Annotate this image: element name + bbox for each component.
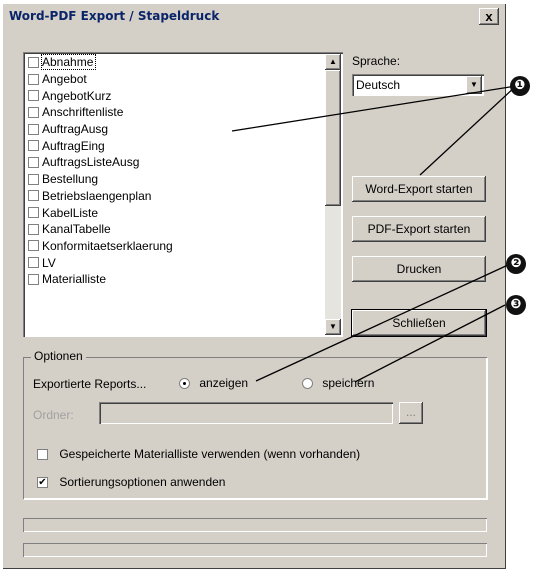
language-value: Deutsch [356,78,401,92]
report-label: KanalTabelle [42,222,111,237]
chevron-down-icon[interactable]: ▼ [466,76,482,94]
report-checkbox[interactable] [28,240,39,252]
report-list-items: Abnahme Angebot AngebotKurz Anschriftenlist… [25,54,325,335]
report-label: Anschriftenliste [42,105,124,120]
report-list[interactable]: Abnahme Angebot AngebotKurz Anschriftenlist… [23,52,343,337]
report-label: AuftragAusg [42,122,109,137]
list-item[interactable]: Angebot [25,71,325,88]
report-label: Betriebslaengenplan [42,188,152,203]
report-label: Angebot [42,72,87,87]
report-checkbox[interactable] [28,106,39,118]
apply-sort-option[interactable]: ✔ Sortierungsoptionen anwenden [37,475,225,489]
list-item[interactable]: KanalTabelle [25,221,325,238]
report-list-scrollbar[interactable]: ▲ ▼ [325,54,341,335]
list-item[interactable]: Bestellung [25,171,325,188]
report-label: Abnahme [40,54,97,71]
report-label: AngebotKurz [42,88,112,103]
apply-sort-checkbox[interactable]: ✔ [37,477,48,489]
exported-reports-label: Exportierte Reports... [33,377,147,391]
radio-save-label: speichern [322,376,375,390]
use-saved-materials-checkbox[interactable] [37,449,48,461]
list-item[interactable]: Anschriftenliste [25,104,325,121]
report-checkbox[interactable] [28,156,39,168]
report-label: LV [42,255,56,270]
scroll-thumb[interactable] [325,70,341,206]
report-label: Materialliste [42,272,107,287]
window-title: Word-PDF Export / Stapeldruck [9,9,220,23]
progress-bar-1 [23,518,487,532]
options-legend: Optionen [31,349,86,363]
report-checkbox[interactable] [28,173,39,185]
language-label: Sprache: [352,54,401,68]
list-item[interactable]: Materialliste [25,271,325,288]
callout-2-icon: ❷ [506,254,526,274]
callout-1-icon: ❶ [510,76,530,96]
print-button[interactable]: Drucken [352,256,486,282]
report-checkbox[interactable] [28,190,39,202]
report-label: Bestellung [42,172,99,187]
scroll-down-button[interactable]: ▼ [325,319,341,335]
report-label: AuftragEing [42,138,105,153]
report-checkbox[interactable] [28,257,39,269]
list-item[interactable]: KabelListe [25,204,325,221]
report-checkbox[interactable] [28,140,39,152]
folder-label: Ordner: [33,408,74,422]
callout-3-icon: ❸ [506,295,526,315]
list-item[interactable]: Betriebslaengenplan [25,188,325,205]
scroll-up-button[interactable]: ▲ [325,54,341,70]
options-group: Optionen Exportierte Reports... anzeigen… [23,349,487,499]
list-item[interactable]: Abnahme [25,54,325,71]
word-export-button[interactable]: Word-Export starten [352,176,486,202]
list-item[interactable]: AngebotKurz [25,87,325,104]
title-bar[interactable]: Word-PDF Export / Stapeldruck x [5,6,503,29]
folder-input[interactable] [99,402,393,424]
list-item[interactable]: AuftragEing [25,137,325,154]
report-checkbox[interactable] [28,90,39,102]
report-checkbox[interactable] [28,73,39,85]
use-saved-materials-option[interactable]: Gespeicherte Materialliste verwenden (we… [37,447,360,461]
list-item[interactable]: Konformitaetserklaerung [25,238,325,255]
pdf-export-button[interactable]: PDF-Export starten [352,216,486,242]
radio-show-dot[interactable] [179,378,190,390]
report-label: KabelListe [42,205,99,220]
progress-bar-2 [23,543,487,557]
apply-sort-label: Sortierungsoptionen anwenden [59,475,226,489]
report-checkbox[interactable] [28,273,39,285]
list-item[interactable]: LV [25,254,325,271]
close-window-button[interactable]: x [479,8,499,25]
report-checkbox[interactable] [28,207,39,219]
list-item[interactable]: AuftragAusg [25,121,325,138]
report-checkbox[interactable] [28,56,39,68]
browse-button[interactable]: ... [399,402,423,424]
report-checkbox[interactable] [28,123,39,135]
radio-show[interactable]: anzeigen [179,376,248,390]
language-select[interactable]: Deutsch ▼ [352,74,484,96]
use-saved-materials-label: Gespeicherte Materialliste verwenden (we… [59,447,361,461]
radio-show-label: anzeigen [199,376,249,390]
radio-save[interactable]: speichern [302,376,374,390]
close-button[interactable]: Schließen [351,309,487,337]
report-checkbox[interactable] [28,223,39,235]
list-item[interactable]: AuftragsListeAusg [25,154,325,171]
report-label: AuftragsListeAusg [42,155,140,170]
report-label: Konformitaetserklaerung [42,238,173,253]
radio-save-dot[interactable] [302,378,313,390]
